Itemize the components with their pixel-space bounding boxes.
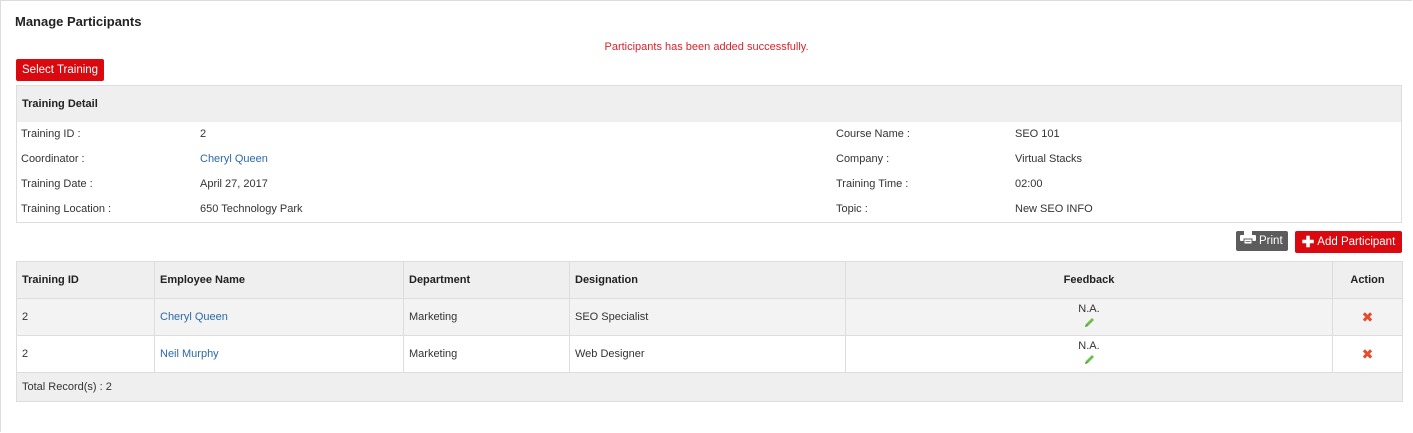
feedback-cell: N.A.: [845, 298, 1333, 336]
training-detail-header: Training Detail: [17, 86, 1401, 122]
column-header-employee-name[interactable]: Employee Name: [154, 261, 404, 299]
detail-row: Coordinator : Cheryl Queen Company : Vir…: [17, 147, 1401, 172]
detail-row: Training Location : 650 Technology Park …: [17, 197, 1401, 222]
training-id-cell: 2: [16, 335, 155, 373]
pencil-icon[interactable]: [1084, 354, 1095, 368]
table-footer-row: Total Record(s) : 2: [16, 372, 1403, 402]
feedback-value: N.A.: [1078, 303, 1100, 315]
table-row: 2 Cheryl Queen Marketing SEO Specialist …: [16, 298, 1403, 336]
designation-cell: SEO Specialist: [569, 298, 846, 336]
remove-icon[interactable]: ✖: [1362, 309, 1374, 325]
coordinator-label: Coordinator :: [21, 153, 85, 165]
training-time-value: 02:00: [1015, 178, 1043, 190]
designation-cell: Web Designer: [569, 335, 846, 373]
department-cell: Marketing: [403, 335, 570, 373]
page-title: Manage Participants: [15, 14, 142, 29]
success-message: Participants has been added successfully…: [604, 41, 809, 53]
remove-icon[interactable]: ✖: [1362, 346, 1374, 362]
detail-row: Training Date : April 27, 2017 Training …: [17, 172, 1401, 197]
training-time-label: Training Time :: [836, 178, 909, 190]
feedback-cell: N.A.: [845, 335, 1333, 373]
training-location-label: Training Location :: [21, 203, 112, 215]
training-id-cell: 2: [16, 298, 155, 336]
company-value: Virtual Stacks: [1015, 153, 1083, 165]
column-header-action: Action: [1332, 261, 1403, 299]
participants-table: Training ID Employee Name Department Des…: [16, 261, 1403, 402]
total-records: Total Record(s) : 2: [16, 372, 1403, 402]
table-header-row: Training ID Employee Name Department Des…: [16, 261, 1403, 299]
select-training-button[interactable]: Select Training: [16, 59, 105, 81]
column-header-designation[interactable]: Designation: [569, 261, 846, 299]
pencil-icon[interactable]: [1084, 317, 1095, 331]
course-name-value: SEO 101: [1015, 128, 1060, 140]
print-label: Print: [1259, 235, 1283, 247]
print-button[interactable]: Print: [1236, 231, 1288, 251]
feedback-value: N.A.: [1078, 340, 1100, 352]
training-id-value: 2: [200, 128, 207, 140]
column-header-training-id[interactable]: Training ID: [16, 261, 155, 299]
training-detail-panel: Training Detail Training ID : 2 Course N…: [16, 85, 1402, 223]
topic-label: Topic :: [836, 203, 868, 215]
employee-name-link[interactable]: Neil Murphy: [154, 335, 404, 373]
table-row: 2 Neil Murphy Marketing Web Designer N.A…: [16, 335, 1403, 373]
training-date-value: April 27, 2017: [200, 178, 268, 190]
column-header-department[interactable]: Department: [403, 261, 570, 299]
company-label: Company :: [836, 153, 890, 165]
add-participant-button[interactable]: ✚ Add Participant: [1295, 231, 1402, 253]
plus-icon: ✚: [1301, 233, 1315, 251]
column-header-feedback[interactable]: Feedback: [845, 261, 1333, 299]
action-cell: ✖: [1332, 298, 1403, 336]
topic-value: New SEO INFO: [1015, 203, 1093, 215]
training-location-value: 650 Technology Park: [200, 203, 303, 215]
employee-name-link[interactable]: Cheryl Queen: [154, 298, 404, 336]
action-cell: ✖: [1332, 335, 1403, 373]
course-name-label: Course Name :: [836, 128, 910, 140]
printer-icon: [1240, 231, 1256, 251]
add-participant-label: Add Participant: [1317, 236, 1396, 248]
training-date-label: Training Date :: [21, 178, 93, 190]
coordinator-link[interactable]: Cheryl Queen: [200, 147, 268, 172]
department-cell: Marketing: [403, 298, 570, 336]
training-id-label: Training ID :: [21, 128, 81, 140]
detail-row: Training ID : 2 Course Name : SEO 101: [17, 122, 1401, 147]
